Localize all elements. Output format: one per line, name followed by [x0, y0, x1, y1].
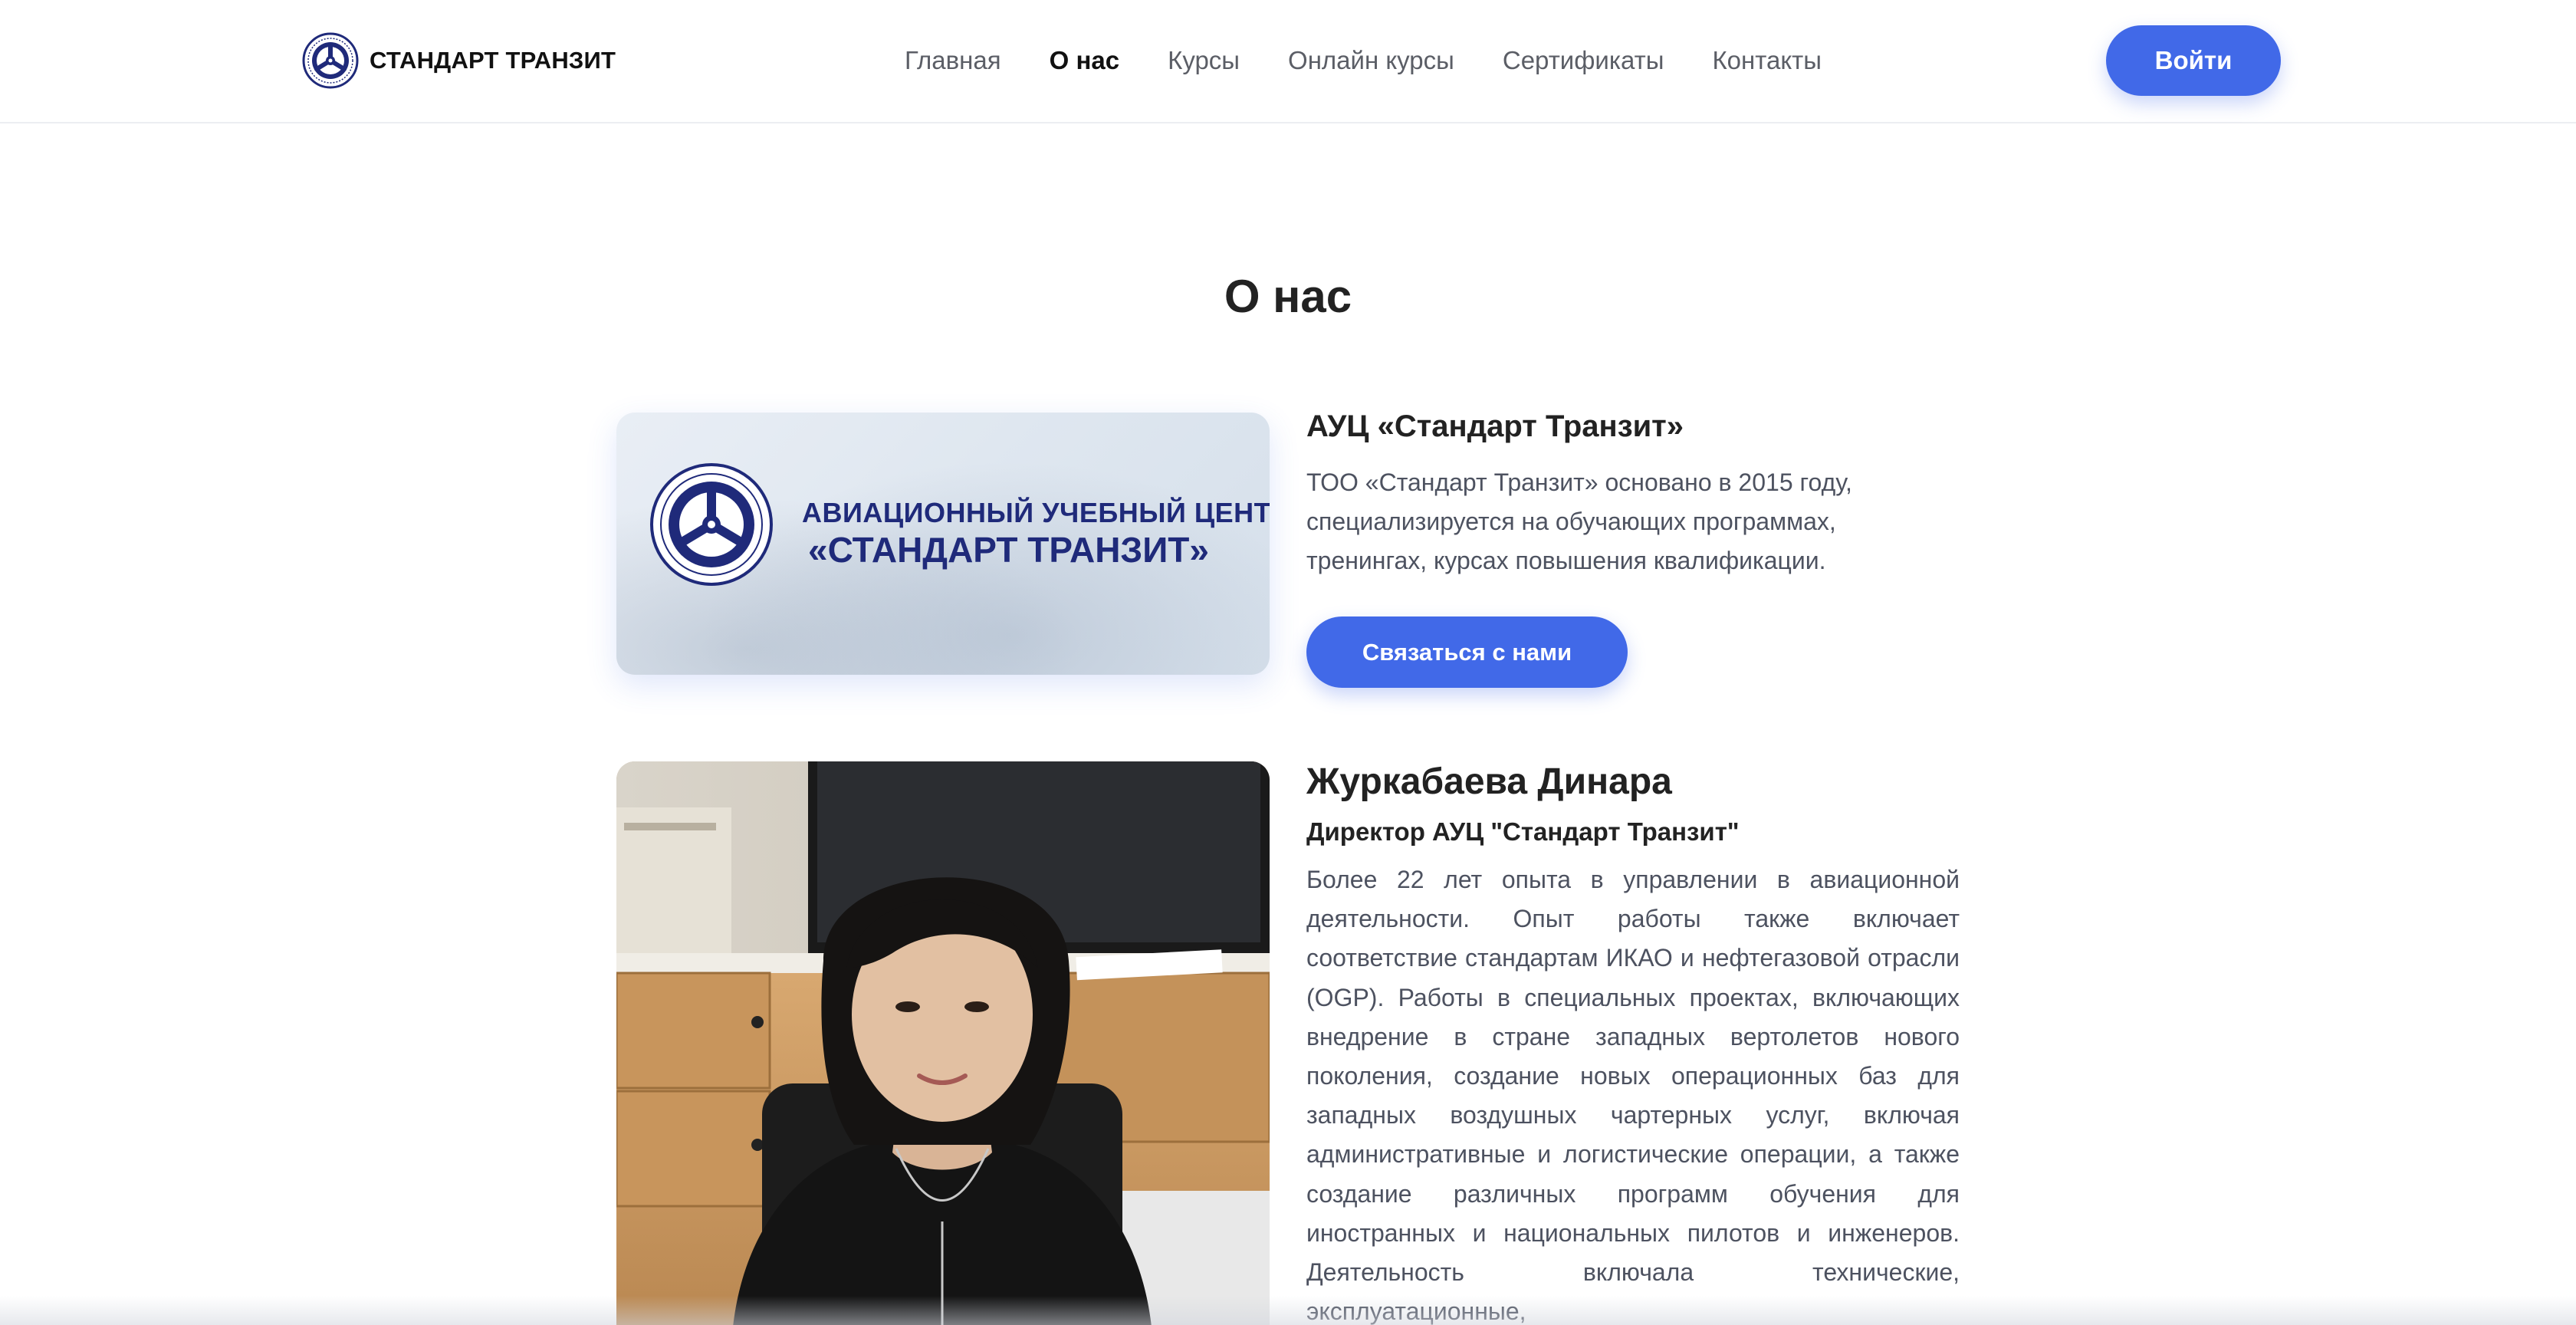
- director-role: Директор АУЦ "Стандарт Транзит": [1306, 817, 1740, 846]
- login-button[interactable]: Войти: [2106, 25, 2281, 96]
- company-emblem-icon: [650, 463, 773, 586]
- nav-item-contacts[interactable]: Контакты: [1712, 46, 1822, 75]
- company-banner-image: АВИАЦИОННЫЙ УЧЕБНЫЙ ЦЕНТР «СТАНДАРТ ТРАН…: [616, 413, 1270, 675]
- director-photo: [616, 761, 1270, 1325]
- contact-us-button[interactable]: Связаться с нами: [1306, 616, 1628, 688]
- director-photo-illustration: [616, 761, 1270, 1325]
- site-header: СТАНДАРТ ТРАНЗИТ Главная О нас Курсы Онл…: [0, 0, 2576, 123]
- main-nav: Главная О нас Курсы Онлайн курсы Сертифи…: [905, 43, 1822, 78]
- banner-line-1: АВИАЦИОННЫЙ УЧЕБНЫЙ ЦЕНТР: [802, 497, 1270, 528]
- nav-item-courses[interactable]: Курсы: [1168, 46, 1240, 75]
- nav-item-certificates[interactable]: Сертификаты: [1503, 46, 1664, 75]
- company-description: ТОО «Стандарт Транзит» основано в 2015 г…: [1306, 469, 1852, 574]
- director-bio: Более 22 лет опыта в управлении в авиаци…: [1306, 866, 1960, 1325]
- nav-item-about[interactable]: О нас: [1050, 46, 1119, 75]
- nav-item-home[interactable]: Главная: [905, 46, 1001, 75]
- site-logo[interactable]: СТАНДАРТ ТРАНЗИТ: [302, 32, 616, 89]
- scroll-fade: [0, 1296, 2576, 1325]
- page-title: О нас: [1224, 271, 1352, 322]
- banner-line-2: «СТАНДАРТ ТРАНЗИТ»: [808, 530, 1209, 570]
- propeller-logo-icon: [302, 32, 359, 89]
- nav-item-online-courses[interactable]: Онлайн курсы: [1288, 46, 1454, 75]
- company-name: АУЦ «Стандарт Транзит»: [1306, 409, 1684, 443]
- logo-text: СТАНДАРТ ТРАНЗИТ: [370, 47, 616, 74]
- director-name: Журкабаева Динара: [1306, 761, 1672, 802]
